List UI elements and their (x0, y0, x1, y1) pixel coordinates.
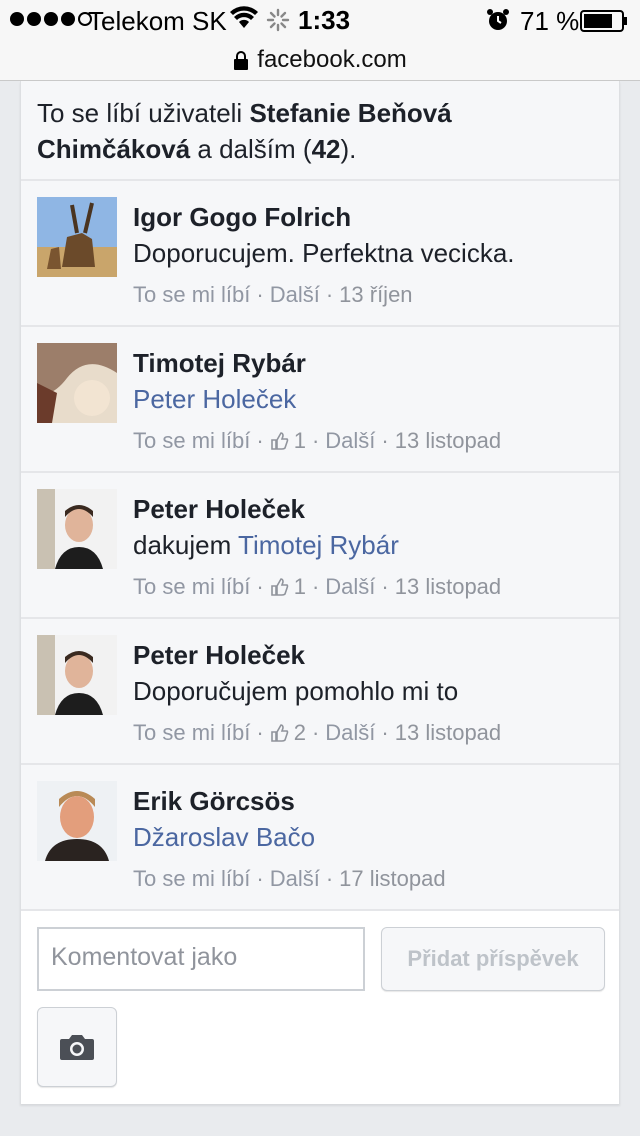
comment-item: Timotej Rybár Peter Holeček To se mi líb… (21, 327, 619, 473)
comment-meta: To se mi líbí · 2 · Další · 13 listopad (133, 719, 502, 747)
likes-prefix: To se líbí uživateli (37, 98, 250, 128)
like-count: 1 (293, 574, 306, 599)
comment-item: Igor Gogo Folrich Doporucujem. Perfektna… (21, 181, 619, 327)
comment-item: Erik Görcsös Džaroslav Bačo To se mi líb… (21, 765, 619, 911)
more-link[interactable]: Další (325, 573, 375, 601)
signal-strength-icon (10, 12, 92, 26)
comment-date: 13 říjen (339, 282, 413, 307)
activity-spinner-icon (266, 8, 290, 32)
comment-text-content: dakujem (133, 530, 239, 560)
comments-panel: To se líbí uživateli Stefanie Beňová Chi… (20, 81, 620, 1104)
comment-date: 17 listopad (339, 866, 446, 891)
likes-summary[interactable]: To se líbí uživateli Stefanie Beňová Chi… (21, 81, 619, 181)
comment-meta: To se mi líbí · 1 · Další · 13 listopad (133, 427, 502, 455)
comment-author[interactable]: Peter Holeček (133, 491, 603, 527)
comment-composer: Komentovat jako Přidat příspěvek (21, 911, 619, 1104)
battery-icon (580, 10, 627, 32)
camera-icon (60, 1035, 94, 1060)
like-link[interactable]: To se mi líbí (133, 865, 250, 893)
status-bar: Telekom SK 1:33 71 % (0, 0, 640, 40)
comment-author[interactable]: Timotej Rybár (133, 345, 603, 381)
comment-meta: To se mi líbí · 1 · Další · 13 listopad (133, 573, 502, 601)
alarm-icon (487, 9, 509, 30)
comment-date: 13 listopad (394, 574, 502, 599)
battery-percentage: 71 % (520, 6, 580, 36)
comment-date: 13 listopad (394, 720, 502, 745)
post-comment-button[interactable]: Přidat příspěvek (381, 927, 605, 991)
avatar[interactable] (37, 635, 117, 715)
comment-text: Džaroslav Bačo (133, 819, 603, 855)
more-link[interactable]: Další (325, 427, 375, 455)
thumbs-up-icon (270, 432, 289, 450)
url-text: facebook.com (257, 46, 407, 73)
address-bar[interactable]: facebook.com (0, 40, 640, 81)
attach-photo-button[interactable] (37, 1007, 117, 1087)
comment-author[interactable]: Erik Görcsös (133, 783, 603, 819)
likes-suffix: ). (340, 134, 357, 164)
clock: 1:33 (298, 5, 351, 35)
avatar[interactable] (37, 489, 117, 569)
comment-author[interactable]: Igor Gogo Folrich (133, 199, 603, 235)
likes-count[interactable]: 42 (312, 134, 341, 164)
avatar[interactable] (37, 197, 117, 277)
more-link[interactable]: Další (270, 865, 320, 893)
wifi-icon (230, 6, 258, 28)
mention-link[interactable]: Timotej Rybár (238, 530, 399, 560)
comment-date: 13 listopad (394, 428, 502, 453)
more-link[interactable]: Další (325, 719, 375, 747)
comment-text-content: Doporucujem. Perfektna vecicka. (133, 238, 515, 268)
thumbs-up-icon (270, 724, 289, 742)
comment-input[interactable]: Komentovat jako (37, 927, 365, 991)
comment-item: Peter Holeček Doporučujem pomohlo mi to … (21, 619, 619, 765)
mention-link[interactable]: Peter Holeček (133, 384, 296, 414)
likes-middle: a dalším ( (190, 134, 312, 164)
like-link[interactable]: To se mi líbí (133, 719, 250, 747)
lock-icon (234, 51, 249, 70)
avatar[interactable] (37, 343, 117, 423)
like-link[interactable]: To se mi líbí (133, 427, 250, 455)
comment-meta: To se mi líbí · Další · 17 listopad (133, 865, 446, 893)
carrier-name: Telekom SK (88, 6, 227, 36)
more-link[interactable]: Další (270, 281, 320, 309)
comment-author[interactable]: Peter Holeček (133, 637, 603, 673)
like-link[interactable]: To se mi líbí (133, 573, 250, 601)
comment-text: Doporučujem pomohlo mi to (133, 673, 603, 709)
thumbs-up-icon (270, 578, 289, 596)
comment-text: Peter Holeček (133, 381, 603, 417)
like-count: 2 (293, 720, 306, 745)
comment-meta: To se mi líbí · Další · 13 říjen (133, 281, 413, 309)
comment-text: Doporucujem. Perfektna vecicka. (133, 235, 603, 271)
avatar[interactable] (37, 781, 117, 861)
mention-link[interactable]: Džaroslav Bačo (133, 822, 315, 852)
comment-text-content: Doporučujem pomohlo mi to (133, 676, 459, 706)
like-count: 1 (293, 428, 306, 453)
comment-text: dakujem Timotej Rybár (133, 527, 603, 563)
comment-item: Peter Holeček dakujem Timotej Rybár To s… (21, 473, 619, 619)
like-link[interactable]: To se mi líbí (133, 281, 250, 309)
